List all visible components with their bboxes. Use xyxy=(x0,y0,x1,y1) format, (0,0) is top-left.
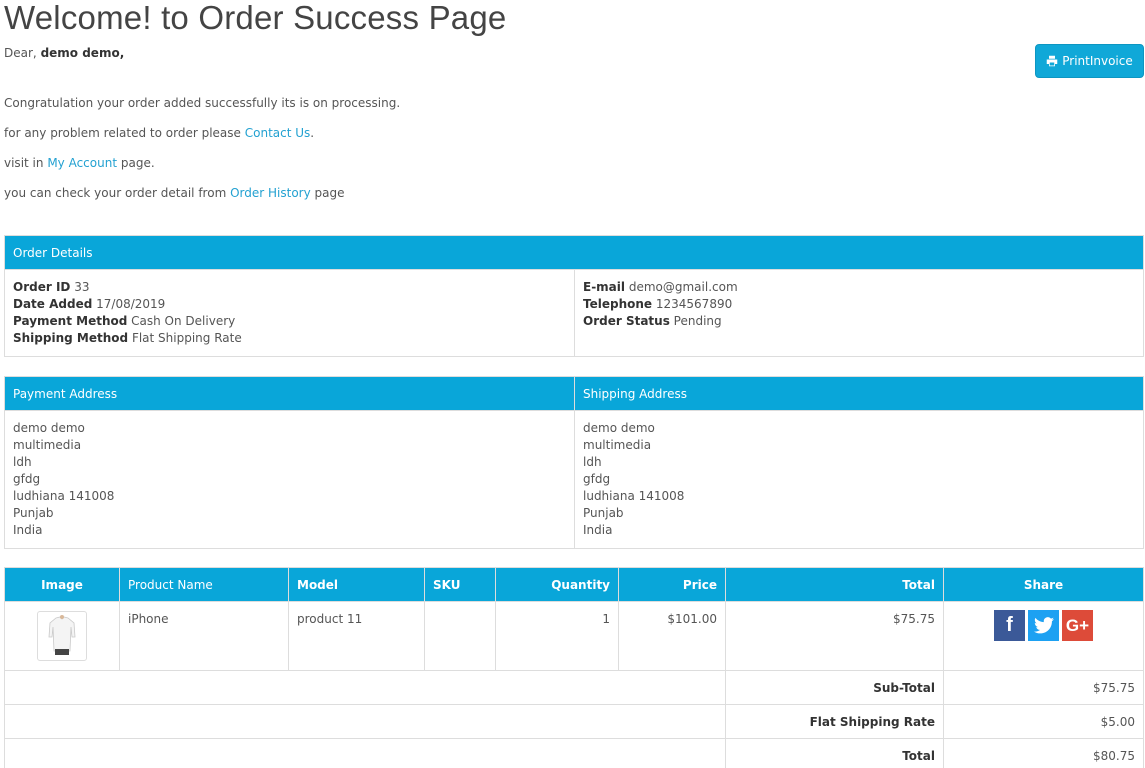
telephone: 1234567890 xyxy=(655,297,733,311)
product-image[interactable] xyxy=(37,611,87,661)
shipping-rate-value: $5.00 xyxy=(943,704,1144,739)
column-header-product-name: Product Name xyxy=(119,567,289,602)
address-line: demo demo xyxy=(583,421,655,435)
address-line: multimedia xyxy=(583,438,652,452)
column-header-model: Model xyxy=(288,567,425,602)
product-image-cell xyxy=(4,601,120,671)
table-row: Total $80.75 xyxy=(4,738,1144,768)
date-added: 17/08/2019 xyxy=(96,297,166,311)
grand-total-value: $80.75 xyxy=(943,738,1144,768)
address-line: Punjab xyxy=(583,506,624,520)
shipping-method-label: Shipping Method xyxy=(13,331,129,345)
shirt-icon xyxy=(48,615,76,655)
contact-us-link[interactable]: Contact Us xyxy=(245,126,311,140)
history-line-text: you can check your order detail from xyxy=(4,186,227,200)
order-status-label: Order Status xyxy=(583,314,670,328)
subtotal-label: Sub-Total xyxy=(725,670,944,705)
share-buttons: f G+ xyxy=(952,610,1135,641)
order-status: Pending xyxy=(673,314,722,328)
address-line: ldh xyxy=(13,455,32,469)
table-row: Flat Shipping Rate $5.00 xyxy=(4,704,1144,739)
payment-method-label: Payment Method xyxy=(13,314,128,328)
email-label: E-mail xyxy=(583,280,626,294)
account-line: visit in My Account page. xyxy=(4,155,155,171)
product-name: iPhone xyxy=(119,601,289,671)
account-line-text: visit in xyxy=(4,156,44,170)
address-line: gfdg xyxy=(13,472,41,486)
shipping-address: demo demo multimedia ldh gfdg ludhiana 1… xyxy=(574,410,1144,549)
customer-name: demo demo, xyxy=(40,46,125,60)
greeting-prefix: Dear, xyxy=(4,46,37,60)
printer-icon xyxy=(1046,55,1058,67)
history-line: you can check your order detail from Ord… xyxy=(4,185,345,201)
address-line: ludhiana 141008 xyxy=(13,489,115,503)
google-plus-icon[interactable]: G+ xyxy=(1062,610,1093,641)
products-table: Image Product Name Model SKU Quantity Pr… xyxy=(4,567,1144,768)
payment-method: Cash On Delivery xyxy=(131,314,236,328)
order-history-link[interactable]: Order History xyxy=(230,186,311,200)
product-total: $75.75 xyxy=(725,601,944,671)
contact-line-suffix: . xyxy=(310,126,315,140)
product-model: product 11 xyxy=(288,601,425,671)
subtotal-value: $75.75 xyxy=(943,670,1144,705)
my-account-link[interactable]: My Account xyxy=(47,156,117,170)
spacer-cell xyxy=(4,670,726,705)
order-details-header: Order Details xyxy=(4,235,1144,270)
column-header-total: Total xyxy=(725,567,944,602)
product-quantity: 1 xyxy=(495,601,619,671)
address-line: India xyxy=(13,523,43,537)
order-id-label: Order ID xyxy=(13,280,71,294)
address-table: Payment Address Shipping Address demo de… xyxy=(4,376,1144,549)
facebook-icon[interactable]: f xyxy=(994,610,1025,641)
table-row: Sub-Total $75.75 xyxy=(4,670,1144,705)
table-row: iPhone product 11 1 $101.00 $75.75 f G+ xyxy=(4,601,1144,671)
address-line: gfdg xyxy=(583,472,611,486)
contact-line: for any problem related to order please … xyxy=(4,125,314,141)
account-line-suffix: page. xyxy=(120,156,155,170)
column-header-image: Image xyxy=(4,567,120,602)
order-info-cell: Order ID 33 Date Added 17/08/2019 Paymen… xyxy=(4,269,575,357)
product-price: $101.00 xyxy=(618,601,726,671)
shipping-method: Flat Shipping Rate xyxy=(131,331,242,345)
spacer-cell xyxy=(4,738,726,768)
address-line: Punjab xyxy=(13,506,54,520)
payment-address: demo demo multimedia ldh gfdg ludhiana 1… xyxy=(4,410,575,549)
greeting: Dear, demo demo, xyxy=(4,45,124,61)
column-header-price: Price xyxy=(618,567,726,602)
contact-info-cell: E-mail demo@gmail.com Telephone 12345678… xyxy=(574,269,1144,357)
history-line-suffix: page xyxy=(314,186,345,200)
twitter-icon[interactable] xyxy=(1028,610,1059,641)
date-added-label: Date Added xyxy=(13,297,93,311)
column-header-share: Share xyxy=(943,567,1144,602)
shipping-rate-label: Flat Shipping Rate xyxy=(725,704,944,739)
address-line: demo demo xyxy=(13,421,85,435)
print-invoice-label: PrintInvoice xyxy=(1062,54,1133,68)
address-line: multimedia xyxy=(13,438,82,452)
shipping-address-header: Shipping Address xyxy=(574,376,1144,411)
column-header-sku: SKU xyxy=(424,567,496,602)
page-title: Welcome! to Order Success Page xyxy=(4,0,507,36)
address-line: India xyxy=(583,523,613,537)
column-header-quantity: Quantity xyxy=(495,567,619,602)
address-line: ldh xyxy=(583,455,602,469)
telephone-label: Telephone xyxy=(583,297,653,311)
print-invoice-button[interactable]: PrintInvoice xyxy=(1035,44,1144,78)
share-cell: f G+ xyxy=(943,601,1144,671)
spacer-cell xyxy=(4,704,726,739)
product-sku xyxy=(424,601,496,671)
success-message: Congratulation your order added successf… xyxy=(4,96,401,110)
address-line: ludhiana 141008 xyxy=(583,489,685,503)
order-details-table: Order Details Order ID 33 Date Added 17/… xyxy=(4,235,1144,357)
payment-address-header: Payment Address xyxy=(4,376,575,411)
contact-line-text: for any problem related to order please xyxy=(4,126,241,140)
grand-total-label: Total xyxy=(725,738,944,768)
email: demo@gmail.com xyxy=(628,280,738,294)
order-id: 33 xyxy=(74,280,90,294)
